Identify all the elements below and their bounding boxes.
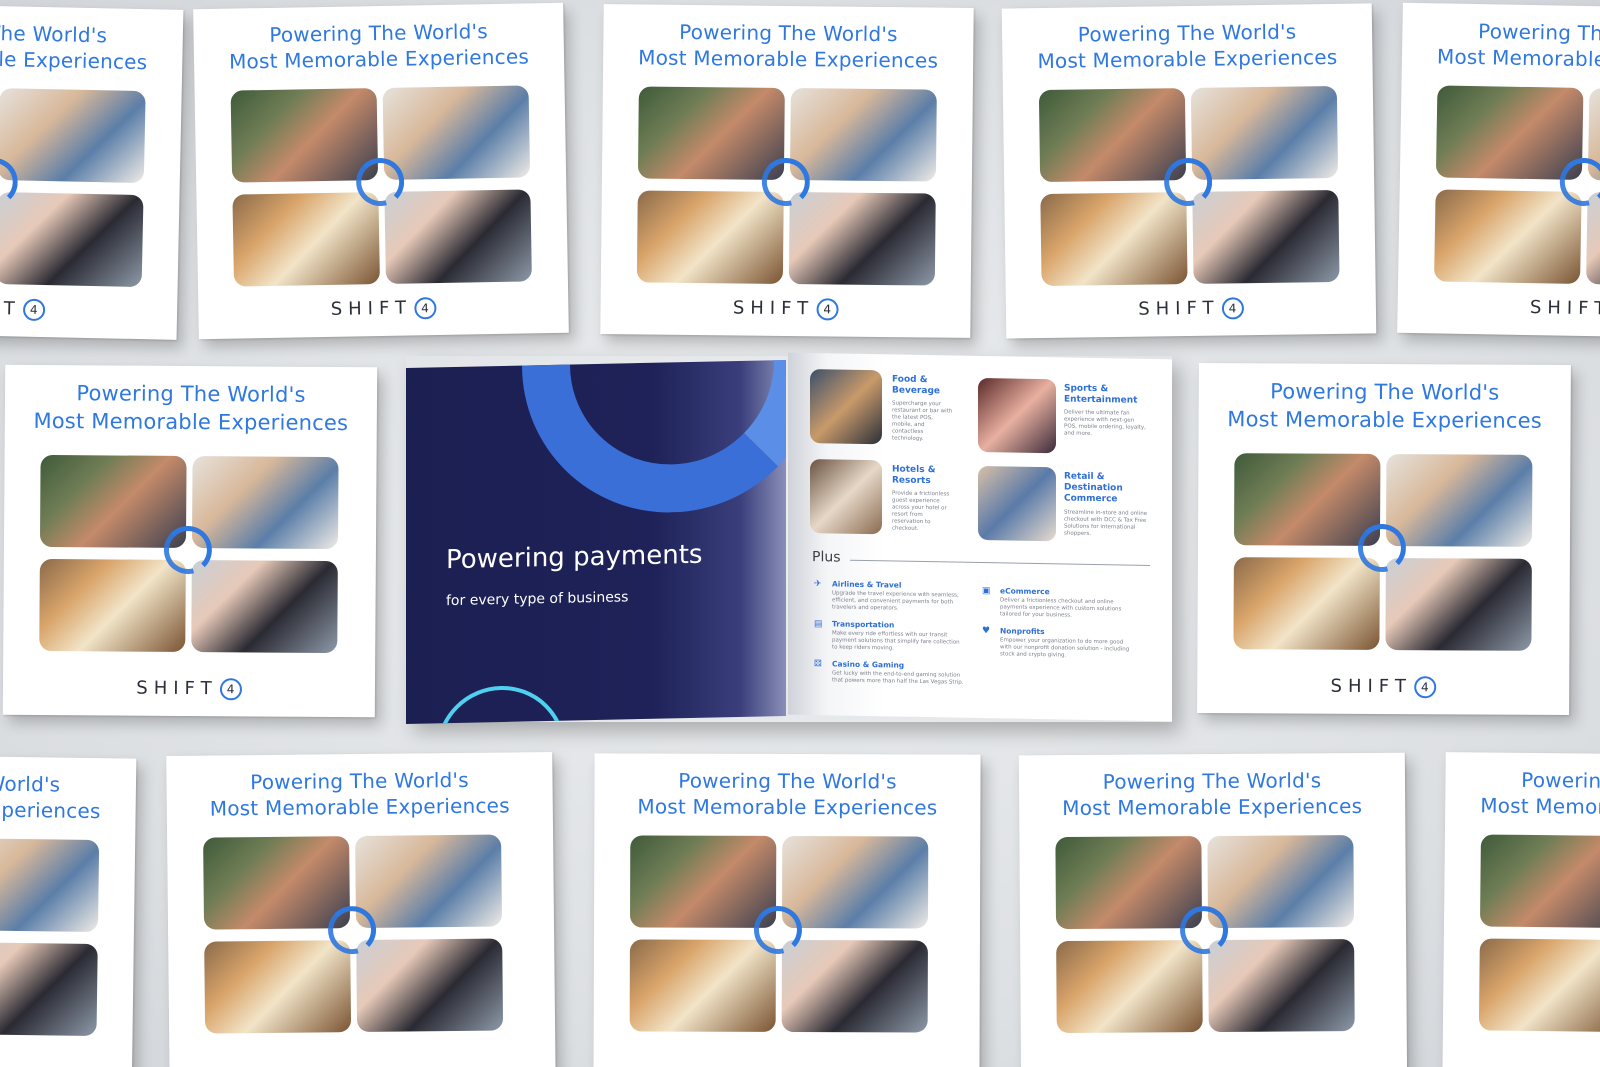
cover-title: Powering The World'sMost Memorable Exper… xyxy=(637,768,938,820)
airplane-icon: ✈ xyxy=(814,579,822,590)
cover-title: Powering The World'sMost Memorable Exper… xyxy=(209,767,510,821)
spread-right-page: Food & Beverage Supercharge your restaur… xyxy=(788,352,1172,722)
plus-item-desc: Deliver a frictionless checkout and onli… xyxy=(1000,597,1122,619)
segment-title: Sports & Entertainment xyxy=(1064,383,1138,406)
cover-title: Powering The World'sMost Memorable Exper… xyxy=(33,381,349,436)
brochure-cover: Powering The World'sMost Memorable Exper… xyxy=(2,364,378,718)
cover-photo-grid xyxy=(1038,85,1340,287)
cover-photo-grid xyxy=(0,85,146,288)
cover-photo-grid xyxy=(1055,835,1355,1034)
plus-item-casino-gaming: ⚄ Casino & Gaming Get lucky with the end… xyxy=(814,659,964,686)
segment-photo xyxy=(978,465,1056,542)
plus-item-desc: Make every ride effortless with our tran… xyxy=(832,630,960,652)
brochure-cover: Powering The World'sMost Memorable Exper… xyxy=(1442,752,1600,1067)
shift4-logo: SHIFT4 xyxy=(0,294,177,324)
plus-item-title: Transportation xyxy=(832,619,895,630)
segment-photo xyxy=(810,459,882,535)
brochure-cover: Powering The World'sMost Memorable Exper… xyxy=(1397,2,1600,340)
plus-item-ecommerce: ▣ eCommerce Deliver a frictionless check… xyxy=(982,586,1132,619)
plus-item-transportation: ▤ Transportation Make every ride effortl… xyxy=(814,619,964,651)
segment-desc: Deliver the ultimate fan experience with… xyxy=(1064,409,1146,437)
cover-title: Powering The World'sMost Memorable Exper… xyxy=(1436,19,1600,74)
brochure-cover: Powering The World'sMost Memorable Exper… xyxy=(193,2,569,340)
cover-title: Powering The World'sMost Memorable Exper… xyxy=(1227,379,1543,433)
heart-hand-icon: ♥ xyxy=(982,626,991,637)
cover-photo-grid xyxy=(203,834,504,1034)
cover-photo-grid xyxy=(1434,85,1600,287)
cover-title: Powering The World'sMost Memorable Exper… xyxy=(1480,767,1600,821)
brochure-mockup-scene: Powering The World'sMost Memorable Exper… xyxy=(0,0,1600,1067)
plus-item-desc: Get lucky with the end-to-end gaming sol… xyxy=(832,670,964,686)
plus-item-airlines-travel: ✈ Airlines & Travel Upgrade the travel e… xyxy=(814,579,964,611)
shift4-logo: SHIFT4 xyxy=(1197,675,1569,699)
segment-title: Retail & Destination Commerce xyxy=(1064,471,1123,505)
plus-item-nonprofits: ♥ Nonprofits Empower your organization t… xyxy=(982,626,1132,658)
dice-icon: ⚄ xyxy=(814,659,822,670)
cover-photo-grid xyxy=(0,836,100,1037)
cover-photo-grid xyxy=(1233,453,1533,651)
brochure-cover: Powering The World'sMost Memorable Exper… xyxy=(0,753,137,1067)
segment-desc: Supercharge your restaurant or bar with … xyxy=(892,400,953,443)
brochure-cover: Powering The World'sMost Memorable Exper… xyxy=(593,753,981,1067)
plus-item-desc: Empower your organization to do more goo… xyxy=(1000,637,1130,659)
cover-photo-grid xyxy=(636,86,937,286)
open-brochure-spread: Powering payments for every type of busi… xyxy=(406,352,1172,724)
brochure-cover: Powering The World'sMost Memorable Exper… xyxy=(600,4,974,338)
segment-desc: Provide a frictionless guest experience … xyxy=(892,490,950,532)
cover-photo-grid xyxy=(39,454,339,654)
brochure-cover: Powering The World'sMost Memorable Exper… xyxy=(0,2,184,340)
divider xyxy=(850,559,1150,566)
brochure-cover: Powering The World'sMost Memorable Exper… xyxy=(1001,3,1377,339)
cover-photo-grid xyxy=(1478,834,1600,1033)
cover-title: Powering The World'sMost Memorable Exper… xyxy=(638,19,939,73)
cover-title: Powering The World'sMost Memorable Exper… xyxy=(228,19,530,74)
shift4-logo: SHIFT4 xyxy=(1006,295,1376,322)
segment-title: Food & Beverage xyxy=(892,374,940,397)
plus-label: Plus xyxy=(812,549,841,566)
plus-item-title: Nonprofits xyxy=(1000,626,1045,637)
cart-icon: ▣ xyxy=(982,586,991,597)
spread-subheadline: for every type of business xyxy=(446,589,629,610)
cover-title: Powering The World'sMost Memorable Exper… xyxy=(0,769,101,824)
decorative-ring xyxy=(436,684,566,724)
shift4-logo: SHIFT4 xyxy=(3,677,375,702)
cover-photo-grid xyxy=(230,85,532,287)
segment-photo xyxy=(810,369,882,445)
cover-title: Powering The World'sMost Memorable Exper… xyxy=(0,19,148,75)
brochure-cover: Powering The World'sMost Memorable Exper… xyxy=(166,751,556,1067)
plus-item-title: Casino & Gaming xyxy=(832,659,905,670)
segment-photo xyxy=(978,377,1056,454)
plus-item-title: eCommerce xyxy=(1000,586,1050,597)
cover-photo-grid xyxy=(629,835,929,1033)
decorative-arc xyxy=(522,360,786,516)
segment-desc: Streamline in-store and online checkout … xyxy=(1064,509,1148,537)
spread-left-page: Powering payments for every type of busi… xyxy=(406,360,786,724)
shift4-logo: SHIFT4 xyxy=(198,295,568,323)
spread-headline: Powering payments xyxy=(446,539,703,576)
shift4-logo: SHIFT4 xyxy=(600,296,970,322)
bus-icon: ▤ xyxy=(814,619,823,630)
shift4-logo: SHIFT4 xyxy=(1529,297,1600,320)
brochure-cover: Powering The World'sMost Memorable Exper… xyxy=(1197,363,1571,715)
brochure-cover: Powering The World'sMost Memorable Exper… xyxy=(1018,752,1408,1067)
plus-item-desc: Upgrade the travel experience with seaml… xyxy=(832,590,959,612)
segment-title: Hotels & Resorts xyxy=(892,464,936,487)
plus-item-title: Airlines & Travel xyxy=(832,579,902,590)
cover-title: Powering The World'sMost Memorable Exper… xyxy=(1037,19,1338,74)
cover-title: Powering The World'sMost Memorable Exper… xyxy=(1062,768,1363,821)
